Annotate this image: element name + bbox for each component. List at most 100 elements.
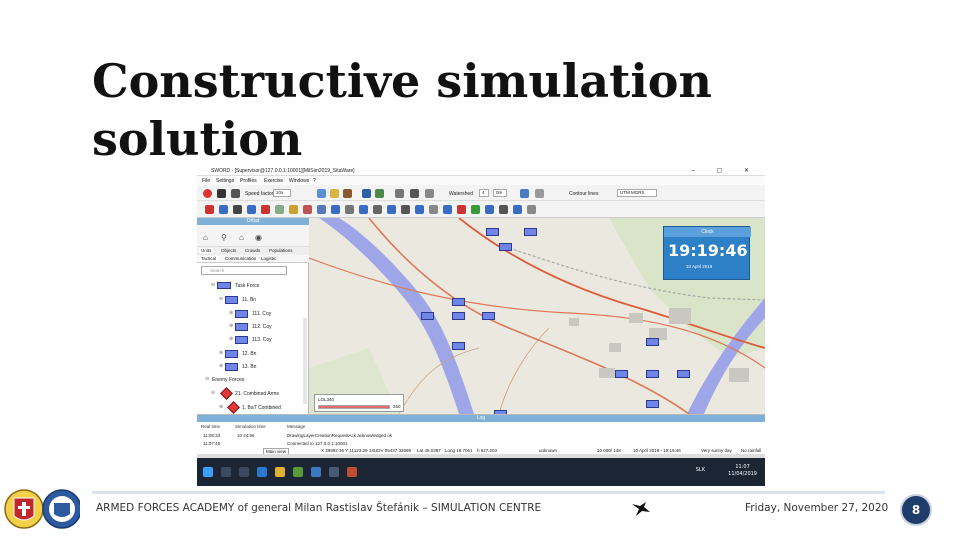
tree-item[interactable]: 12. Bn <box>242 351 256 357</box>
subtab-logistic[interactable]: Logistic <box>259 256 278 261</box>
map-view[interactable]: Clock 19:19:46 10 April 2019 LOL340 250 <box>309 218 765 414</box>
draw-tool-icon[interactable] <box>219 205 228 214</box>
draw-tool-icon[interactable] <box>205 205 214 214</box>
map-unit-icon[interactable] <box>452 342 465 350</box>
draw-tool-icon[interactable] <box>303 205 312 214</box>
tree-item[interactable]: Task Force <box>235 283 259 289</box>
expand-icon[interactable]: ⊖ <box>205 376 209 382</box>
search-icon[interactable] <box>221 467 231 477</box>
folder-icon[interactable] <box>330 189 339 198</box>
app-icon[interactable] <box>329 467 339 477</box>
app-icon[interactable] <box>311 467 321 477</box>
map-unit-icon[interactable] <box>421 312 434 320</box>
menu-profiles[interactable]: Profiles <box>240 178 257 184</box>
speed-factor-input[interactable]: 10x <box>273 189 291 197</box>
tab-units[interactable]: Units <box>199 248 214 253</box>
taskbar-clock[interactable]: 11:07 11/04/2019 <box>728 464 757 478</box>
draw-tool-icon[interactable] <box>457 205 466 214</box>
menu-windows[interactable]: Windows <box>289 178 309 184</box>
map-unit-icon[interactable] <box>646 338 659 346</box>
expand-icon[interactable]: ⊕ <box>219 363 223 369</box>
tree-item[interactable]: 113. Coy <box>252 337 272 343</box>
pause-icon[interactable] <box>217 189 226 198</box>
expand-icon[interactable]: ⊕ <box>219 350 223 356</box>
hash-icon[interactable] <box>410 189 419 198</box>
expand-icon[interactable]: ⊕ <box>229 310 233 316</box>
tab-populations[interactable]: Populations <box>267 248 295 253</box>
draw-tool-icon[interactable] <box>387 205 396 214</box>
expand-icon[interactable]: ⊕ <box>229 336 233 342</box>
orbat-search-input[interactable]: Search <box>201 266 287 275</box>
chat-icon[interactable] <box>395 189 404 198</box>
map-unit-icon[interactable] <box>524 228 537 236</box>
task-view-icon[interactable] <box>239 467 249 477</box>
coord-system-select[interactable]: UTM MGRS <box>617 189 657 197</box>
draw-tool-icon[interactable] <box>373 205 382 214</box>
draw-tool-icon[interactable] <box>527 205 536 214</box>
tree-item[interactable]: 11. Bn <box>242 297 256 303</box>
draw-tool-icon[interactable] <box>275 205 284 214</box>
map-unit-icon[interactable] <box>499 243 512 251</box>
orbat-scrollbar[interactable] <box>303 318 307 404</box>
draw-tool-icon[interactable] <box>317 205 326 214</box>
draw-tool-icon[interactable] <box>345 205 354 214</box>
tree-item[interactable]: 13. Bn <box>242 364 256 370</box>
map-unit-icon[interactable] <box>482 312 495 320</box>
expand-icon[interactable]: ⊖ <box>211 390 215 396</box>
draw-tool-icon[interactable] <box>401 205 410 214</box>
eye-icon[interactable]: ◉ <box>255 233 262 242</box>
stop-icon[interactable] <box>203 189 212 198</box>
menu-help[interactable]: ? <box>313 178 316 184</box>
settings-icon[interactable] <box>535 189 544 198</box>
draw-tool-icon[interactable] <box>289 205 298 214</box>
draw-tool-icon[interactable] <box>261 205 270 214</box>
tree-item[interactable]: 112. Coy <box>252 324 272 330</box>
subtab-tactical[interactable]: Tactical <box>199 256 219 261</box>
map-unit-icon[interactable] <box>452 298 465 306</box>
map-unit-icon[interactable] <box>615 370 628 378</box>
expand-icon[interactable]: ⊕ <box>229 323 233 329</box>
filter-icon[interactable]: ⌂ <box>203 233 208 242</box>
watershed-input[interactable]: 0m <box>493 189 507 197</box>
hierarchy-icon[interactable]: ⚲ <box>221 233 227 242</box>
tree-item[interactable]: 111. Coy <box>252 311 271 317</box>
draw-tool-icon[interactable] <box>233 205 242 214</box>
app-icon[interactable] <box>347 467 357 477</box>
menu-file[interactable]: File <box>202 178 210 184</box>
package-icon[interactable] <box>343 189 352 198</box>
edge-icon[interactable] <box>257 467 267 477</box>
menu-settings[interactable]: Settings <box>216 178 234 184</box>
draw-tool-icon[interactable] <box>359 205 368 214</box>
tree-item[interactable]: Enemy Forces <box>212 377 244 383</box>
window-controls[interactable]: – ▢ ✕ <box>692 167 759 174</box>
windows-icon[interactable] <box>203 467 213 477</box>
image-icon[interactable] <box>375 189 384 198</box>
home-icon[interactable]: ⌂ <box>239 233 244 242</box>
subtab-communication[interactable]: Communication <box>223 256 258 261</box>
draw-tool-icon[interactable] <box>485 205 494 214</box>
map-unit-icon[interactable] <box>677 370 690 378</box>
tree-item[interactable]: 21. Combined Arms <box>235 391 279 397</box>
checkpoint-icon[interactable] <box>317 189 326 198</box>
map-unit-icon[interactable] <box>486 228 499 236</box>
draw-tool-icon[interactable] <box>513 205 522 214</box>
draw-tool-icon[interactable] <box>499 205 508 214</box>
tree-item[interactable]: 1. BaT Combined <box>242 405 281 411</box>
layer-icon[interactable] <box>362 189 371 198</box>
tab-objects[interactable]: Objects <box>219 248 238 253</box>
expand-icon[interactable]: ⊖ <box>211 282 215 288</box>
expand-icon[interactable]: ⊕ <box>219 404 223 410</box>
app-icon[interactable] <box>293 467 303 477</box>
taskbar-lang[interactable]: SLK <box>696 467 705 473</box>
draw-tool-icon[interactable] <box>415 205 424 214</box>
watershed-from[interactable]: 4 <box>479 189 489 197</box>
draw-tool-icon[interactable] <box>471 205 480 214</box>
expand-icon[interactable]: ⊖ <box>219 296 223 302</box>
water-icon[interactable] <box>520 189 529 198</box>
tab-crowds[interactable]: Crowds <box>243 248 262 253</box>
map-unit-icon[interactable] <box>646 370 659 378</box>
step-icon[interactable] <box>231 189 240 198</box>
menu-exercise[interactable]: Exercise <box>264 178 283 184</box>
explorer-icon[interactable] <box>275 467 285 477</box>
clock-widget[interactable]: Clock 19:19:46 10 April 2019 <box>663 226 751 280</box>
